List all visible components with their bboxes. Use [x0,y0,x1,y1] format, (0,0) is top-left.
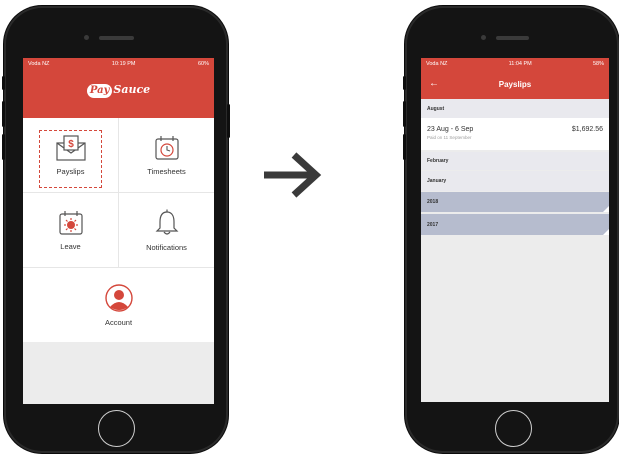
carrier-label: Voda NZ [426,60,448,67]
menu-item-notifications[interactable]: Notifications [119,193,214,267]
section-label: August [427,105,445,112]
app-header: Voda NZ 10:19 PM 60% Pay Sauce [23,58,214,118]
logo-sauce: Sauce [113,83,151,96]
menu-item-leave[interactable]: Leave [23,193,118,267]
menu-label-notifications: Notifications [146,242,187,252]
arrow-right-icon [264,152,322,198]
menu-label-account: Account [104,317,133,327]
front-camera [481,35,486,40]
menu-item-account[interactable]: Account [71,268,166,342]
year-row-2017[interactable]: 2017 [421,214,609,235]
bell-icon [155,209,178,235]
section-header-january[interactable]: January [421,171,609,191]
clock-label: 10:19 PM [111,60,136,67]
sun-calendar-icon [58,210,83,235]
payslip-row[interactable]: 23 Aug - 6 Sep Paid on 11 September $1,6… [421,118,609,150]
year-row-2018[interactable]: 2018 [421,192,609,212]
screen-home: Voda NZ 10:19 PM 60% Pay Sauce $ Payslips [23,58,214,404]
payslip-amount: $1,692.56 [571,126,603,133]
menu-label-timesheets: Timesheets [147,166,186,176]
section-label: January [427,178,447,184]
expand-corner-indicator [603,229,609,235]
section-header-august: August [421,99,609,118]
page-title: Payslips [498,80,532,89]
power-button [227,104,230,138]
mute-switch [2,76,5,90]
carrier-label: Voda NZ [28,60,50,67]
volume-down-button [403,134,406,160]
app-header: Voda NZ 11:04 PM 58% ← Payslips [421,58,609,99]
phone-right: Voda NZ 11:04 PM 58% ← Payslips August 2… [403,6,619,453]
clock-label: 11:04 PM [508,60,532,67]
payslip-paid-date: Paid on 11 September [427,135,472,140]
clock-calendar-icon [154,135,179,160]
home-button[interactable] [98,410,135,447]
paysauce-logo: Pay Sauce [23,83,214,98]
volume-up-button [2,101,5,127]
payslip-period: 23 Aug - 6 Sep [427,126,474,133]
status-bar: Voda NZ 11:04 PM 58% [421,58,609,69]
mute-switch [403,76,406,90]
earpiece-speaker [496,36,529,40]
year-label: 2017 [427,221,439,228]
battery-label: 58% [592,60,604,67]
section-label: February [427,158,449,164]
volume-up-button [403,101,406,127]
section-header-february[interactable]: February [421,152,609,170]
year-label: 2018 [427,199,439,205]
status-bar: Voda NZ 10:19 PM 60% [23,58,214,69]
screen-payslips: Voda NZ 11:04 PM 58% ← Payslips August 2… [421,58,609,402]
home-button[interactable] [495,410,532,447]
account-icon [104,283,133,312]
menu-item-timesheets[interactable]: Timesheets [119,118,214,192]
menu-label-leave: Leave [60,241,81,251]
earpiece-speaker [99,36,134,40]
volume-down-button [2,134,5,160]
selection-highlight [39,130,102,188]
phone-left: Voda NZ 10:19 PM 60% Pay Sauce $ Payslips [2,6,230,453]
logo-pay: Pay [86,84,113,98]
menu-grid: $ Payslips Timesheets Leave Notification… [23,118,214,342]
expand-corner-indicator [603,206,609,212]
front-camera [84,35,89,40]
battery-label: 60% [197,60,209,67]
